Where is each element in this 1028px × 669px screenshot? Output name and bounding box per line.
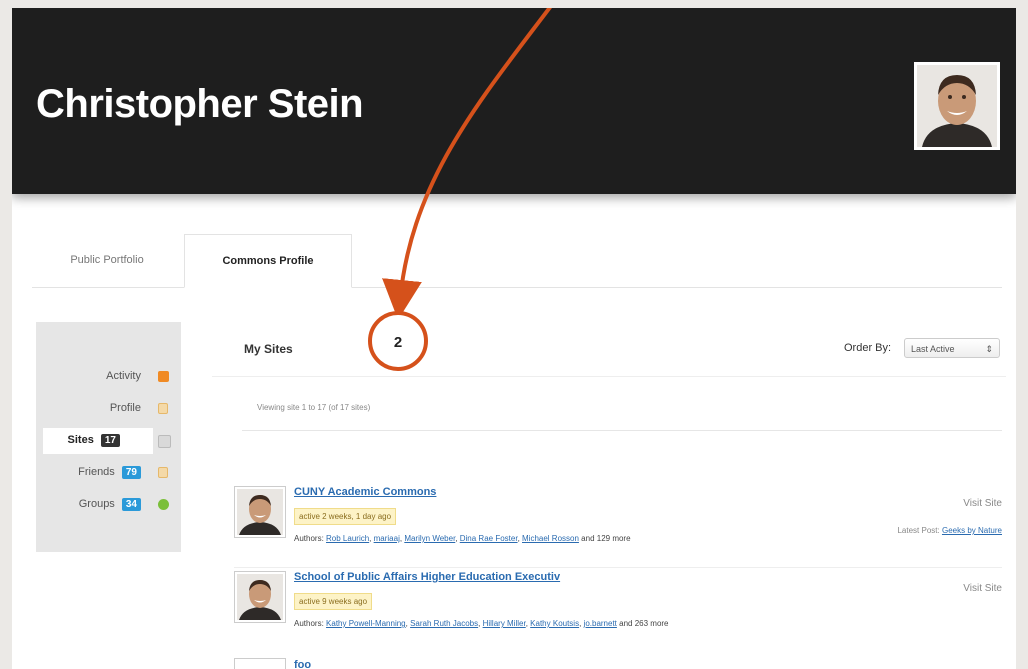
annotation-arrow: 2 (368, 8, 552, 371)
annotation-number: 2 (394, 334, 402, 351)
page: Christopher Stein Public Portfolio Commo… (12, 8, 1016, 669)
arrow-line (382, 8, 552, 320)
